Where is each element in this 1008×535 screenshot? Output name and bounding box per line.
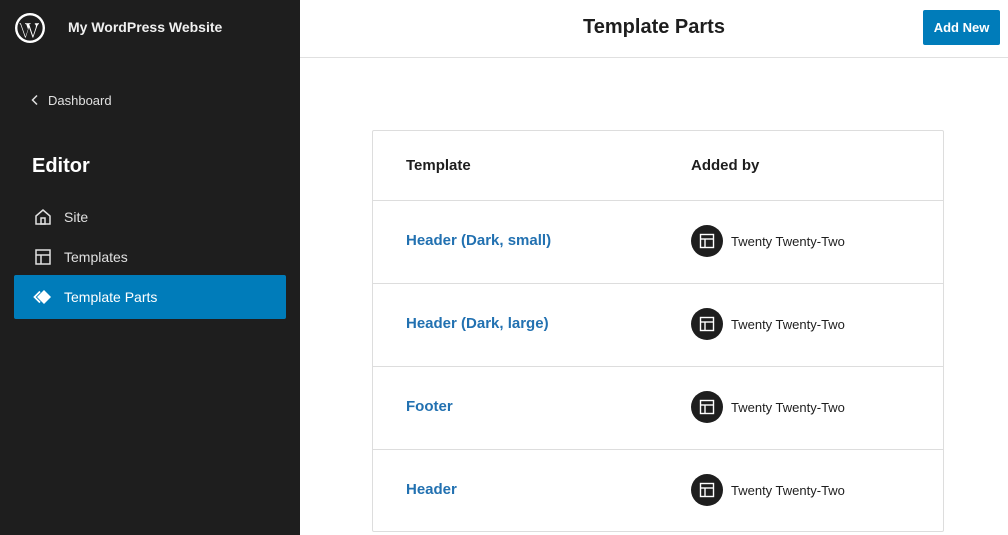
sidebar-item-template-parts[interactable]: Template Parts: [14, 275, 286, 319]
sidebar-item-site[interactable]: Site: [14, 195, 286, 239]
sidebar-item-label: Template Parts: [64, 289, 158, 305]
added-by: Twenty Twenty-Two: [691, 308, 845, 340]
wordpress-logo-icon[interactable]: [14, 12, 46, 44]
theme-avatar: [691, 474, 723, 506]
table-header: Template Added by: [373, 131, 943, 201]
author-name: Twenty Twenty-Two: [731, 399, 845, 415]
layout-icon: [699, 233, 715, 249]
add-new-button[interactable]: Add New: [923, 10, 1000, 45]
added-by: Twenty Twenty-Two: [691, 225, 845, 257]
top-bar: Template Parts Add New: [300, 0, 1008, 58]
symbol-filled-icon: [33, 290, 51, 304]
site-title: My WordPress Website: [68, 19, 223, 35]
template-parts-table: Template Added by Header (Dark, small) T…: [372, 130, 944, 532]
sidebar-item-label: Templates: [64, 249, 128, 265]
theme-avatar: [691, 391, 723, 423]
template-part-link[interactable]: Footer: [406, 398, 453, 415]
layout-icon: [699, 482, 715, 498]
template-part-link[interactable]: Header: [406, 481, 457, 498]
table-row: Header (Dark, large) Twenty Twenty-Two: [373, 284, 943, 367]
column-header-template: Template: [406, 157, 471, 174]
layout-icon: [699, 399, 715, 415]
table-row: Header (Dark, small) Twenty Twenty-Two: [373, 201, 943, 284]
added-by: Twenty Twenty-Two: [691, 391, 845, 423]
table-row: Header Twenty Twenty-Two: [373, 450, 943, 533]
chevron-left-icon: [31, 94, 38, 106]
table-row: Footer Twenty Twenty-Two: [373, 367, 943, 450]
back-link-label: Dashboard: [48, 92, 112, 108]
page-title: Template Parts: [583, 16, 725, 38]
author-name: Twenty Twenty-Two: [731, 482, 845, 498]
editor-sidebar: My WordPress Website Dashboard Editor Si…: [0, 0, 300, 535]
site-hub: My WordPress Website: [0, 0, 300, 56]
layout-icon: [35, 249, 51, 265]
sidebar-section-title: Editor: [32, 155, 90, 177]
column-header-added-by: Added by: [691, 157, 760, 174]
back-to-dashboard-link[interactable]: Dashboard: [28, 90, 112, 110]
home-icon: [35, 209, 51, 225]
theme-avatar: [691, 308, 723, 340]
added-by: Twenty Twenty-Two: [691, 474, 845, 506]
sidebar-item-templates[interactable]: Templates: [14, 235, 286, 279]
template-part-link[interactable]: Header (Dark, large): [406, 315, 549, 332]
template-part-link[interactable]: Header (Dark, small): [406, 232, 551, 249]
author-name: Twenty Twenty-Two: [731, 316, 845, 332]
theme-avatar: [691, 225, 723, 257]
author-name: Twenty Twenty-Two: [731, 233, 845, 249]
sidebar-item-label: Site: [64, 209, 89, 225]
layout-icon: [699, 316, 715, 332]
